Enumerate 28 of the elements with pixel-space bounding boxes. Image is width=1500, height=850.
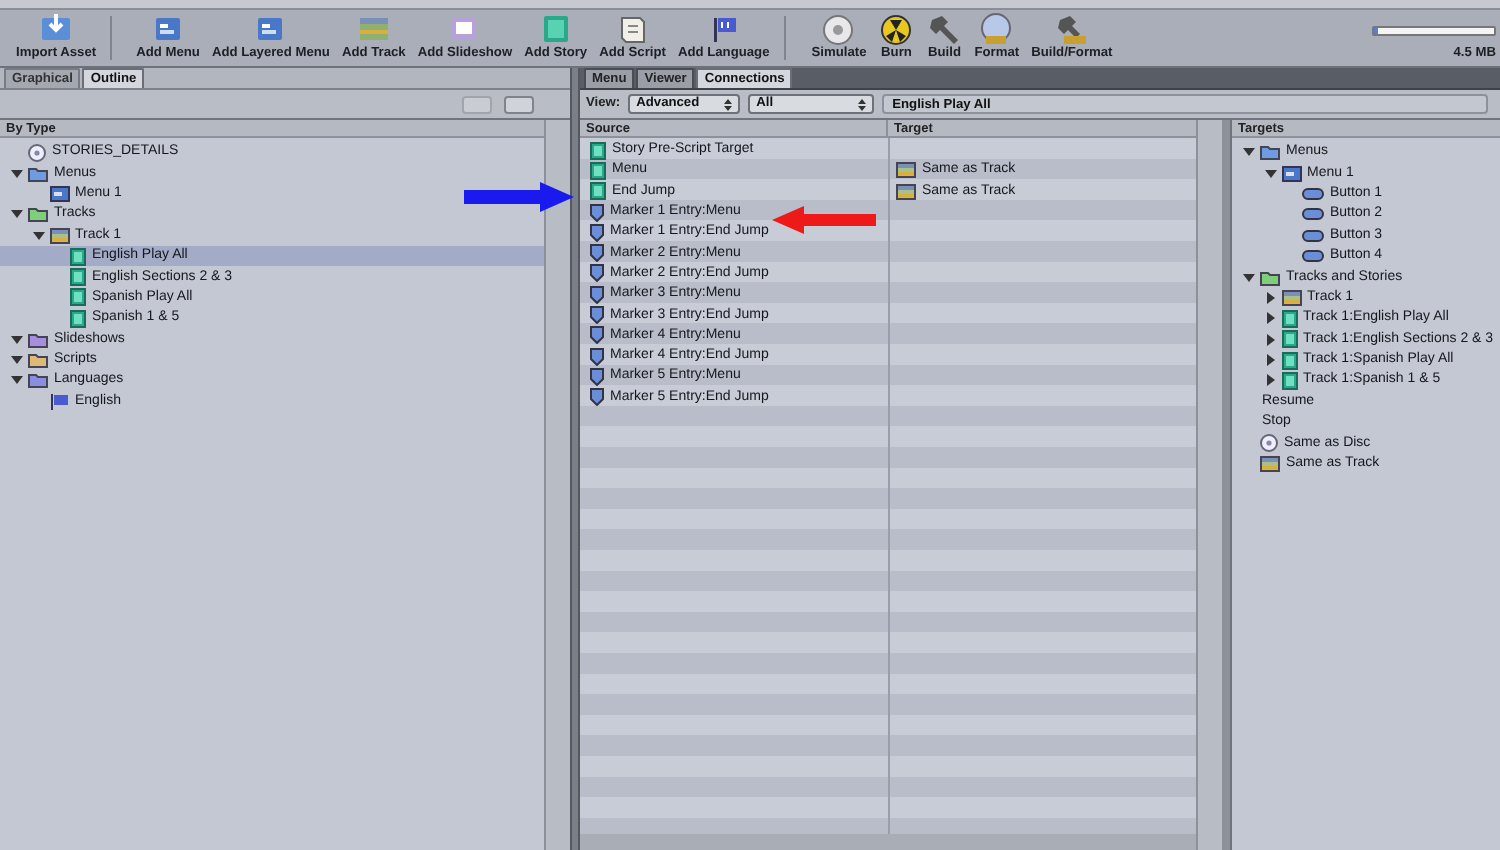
film-strip-icon xyxy=(355,12,392,46)
pill-icon xyxy=(1302,187,1324,200)
scrollbar[interactable] xyxy=(544,120,570,850)
pointer-arrow xyxy=(772,206,876,234)
disc-icon xyxy=(1260,434,1278,453)
hammer-icon xyxy=(1053,12,1090,46)
menu-icon xyxy=(150,12,186,46)
scrollbar[interactable] xyxy=(580,834,1196,850)
film-strip-icon xyxy=(1260,456,1280,473)
pointer-arrow xyxy=(464,182,574,212)
toolbar-button[interactable] xyxy=(462,95,492,113)
updown-arrows-icon xyxy=(724,97,733,111)
menu-icon xyxy=(1281,165,1301,182)
updown-arrows-icon xyxy=(858,97,867,111)
pill-icon xyxy=(1302,208,1324,221)
film-strip-icon xyxy=(1281,289,1301,306)
import-icon xyxy=(38,12,75,46)
disc-icon xyxy=(28,143,46,162)
film-strip-icon xyxy=(49,227,69,244)
pill-icon xyxy=(1302,250,1324,263)
hammer-icon xyxy=(926,12,963,46)
menu-icon xyxy=(49,185,69,202)
film-strip-icon xyxy=(896,162,916,179)
radiation-icon xyxy=(878,12,915,46)
film-strip-icon xyxy=(896,183,916,200)
toolbar-button[interactable] xyxy=(504,95,534,113)
flag-icon xyxy=(49,393,69,410)
pill-icon xyxy=(1302,229,1324,242)
